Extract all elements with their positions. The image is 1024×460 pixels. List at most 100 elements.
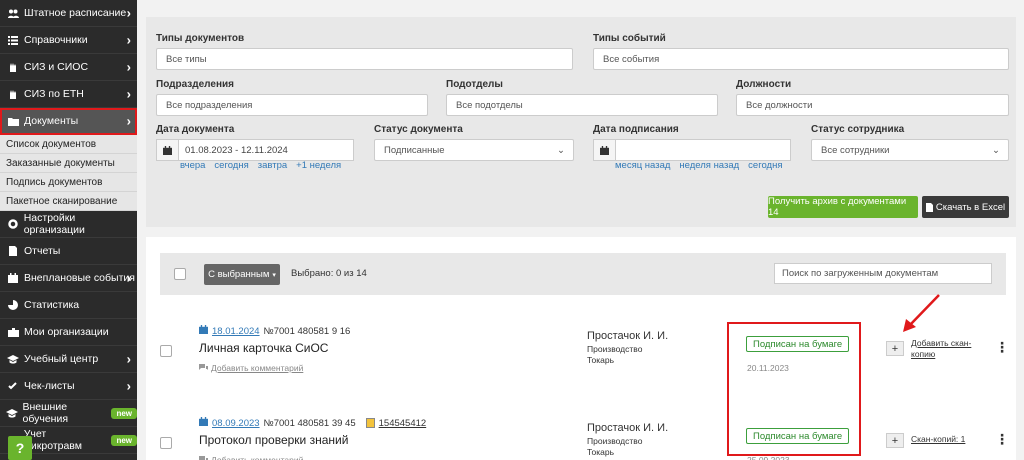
doc-title[interactable]: Протокол проверки знаний (199, 433, 348, 447)
sidebar-item[interactable]: Справочники › (0, 27, 137, 54)
chevron-right-icon: › (126, 351, 131, 367)
with-selected-button[interactable]: С выбранным ▾ (204, 264, 280, 285)
subdivisions-label: Подотделы (446, 79, 503, 90)
chevron-down-icon: ⌄ (992, 144, 1000, 156)
sidebar: Штатное расписание › Справочники › СИЗ и СИО… (0, 0, 137, 460)
scan-copy-label: копию (911, 349, 936, 359)
divisions-select[interactable]: Все подразделения (156, 94, 428, 116)
sidebar-item-label: Справочники (24, 34, 88, 46)
sign-date-input[interactable] (615, 139, 791, 161)
get-archive-button[interactable]: Получить архив с документами 14 (768, 196, 918, 218)
sidebar-item[interactable]: СИЗ и СИОС › (0, 54, 137, 81)
caret-down-icon: ▾ (272, 271, 276, 279)
with-selected-label: С выбранным (208, 269, 270, 280)
filters-panel: Типы документов Все типы Типы событий Вс… (146, 17, 1016, 227)
doc-types-select[interactable]: Все типы (156, 48, 573, 70)
person-department: Производство (587, 344, 643, 354)
add-comment-label: Добавить комментарий (211, 363, 304, 373)
documents-search-input[interactable]: Поиск по загруженным документам (774, 263, 992, 284)
subdivisions-select[interactable]: Все подотделы (446, 94, 718, 116)
checklist-icon (6, 381, 20, 391)
doc-date-link[interactable]: 18.01.2024 (212, 326, 260, 337)
sidebar-item-label: СИЗ и СИОС (24, 61, 89, 73)
person-info: Простачок И. И. Производство Токарь (587, 331, 668, 366)
gloves-icon (6, 89, 20, 99)
submenu-item[interactable]: Список документов (0, 135, 137, 154)
chevron-right-icon: › (126, 270, 131, 286)
row-checkbox[interactable] (160, 345, 172, 357)
sidebar-item[interactable]: Чек-листы › (0, 373, 137, 400)
scan-copy-link[interactable]: Добавить скан-копию (911, 338, 971, 360)
download-excel-button[interactable]: Скачать в Excel (922, 196, 1009, 218)
sidebar-item[interactable]: Внеплановые события › (0, 265, 137, 292)
doc-date-input[interactable]: 01.08.2023 - 12.11.2024 (178, 139, 354, 161)
documents-toolbar: С выбранным ▾ Выбрано: 0 из 14 Поиск по … (160, 253, 1006, 295)
sidebar-item[interactable]: Внешние обучения new (0, 400, 137, 427)
sidebar-item[interactable]: Штатное расписание › (0, 0, 137, 27)
sidebar-item-label: Внеплановые события (24, 272, 135, 284)
doc-date-link[interactable]: 08.09.2023 (212, 418, 260, 429)
comment-icon (199, 363, 208, 373)
date-quick-link[interactable]: завтра (258, 160, 287, 171)
sidebar-item-label: Мои организации (24, 326, 109, 338)
person-name: Простачок И. И. (587, 422, 669, 434)
date-quick-link[interactable]: +1 неделя (296, 160, 341, 171)
document-icon (6, 246, 20, 256)
calendar-icon[interactable] (156, 139, 178, 161)
folder-icon (6, 117, 20, 126)
row-checkbox[interactable] (160, 437, 172, 449)
date-quick-link[interactable]: вчера (180, 160, 205, 171)
doc-number: №7001 480581 39 45 (263, 417, 356, 429)
submenu-item[interactable]: Подпись документов (0, 173, 137, 192)
sign-date-picker[interactable] (593, 139, 791, 161)
sidebar-item[interactable]: Учебный центр › (0, 346, 137, 373)
submenu-item[interactable]: Пакетное сканирование (0, 192, 137, 211)
calendar-icon (6, 273, 20, 283)
doc-date-quick-links: вчера сегодня завтра +1 неделя (180, 160, 341, 171)
select-all-checkbox[interactable] (174, 268, 186, 280)
more-options-icon[interactable]: ⋮ (995, 339, 1009, 356)
documents-panel: С выбранным ▾ Выбрано: 0 из 14 Поиск по … (146, 237, 1016, 460)
add-scan-button[interactable]: + (886, 433, 904, 448)
graduation-cap-icon (6, 408, 19, 418)
chevron-right-icon: › (126, 378, 131, 394)
help-button[interactable]: ? (8, 436, 32, 460)
sidebar-item-label: Чек-листы (24, 380, 75, 392)
briefcase-icon (6, 327, 20, 337)
sidebar-item[interactable]: Отчеты (0, 238, 137, 265)
add-scan-button[interactable]: + (886, 341, 904, 356)
sidebar-item[interactable]: Документы › (0, 108, 137, 135)
date-quick-link[interactable]: сегодня (748, 160, 782, 171)
positions-label: Должности (736, 79, 792, 90)
add-comment-link[interactable]: Добавить комментарий (199, 455, 303, 460)
selected-count: Выбрано: 0 из 14 (291, 268, 367, 279)
graduation-cap-icon (6, 354, 20, 364)
person-name: Простачок И. И. (587, 330, 669, 342)
sidebar-item[interactable]: Настройки организации (0, 211, 137, 238)
person-position: Токарь (587, 355, 615, 365)
date-quick-link[interactable]: месяц назад (615, 160, 670, 171)
sidebar-item[interactable]: СИЗ по ЕТН › (0, 81, 137, 108)
date-quick-link[interactable]: сегодня (214, 160, 248, 171)
new-badge: new (111, 434, 137, 446)
sign-date-quick-links: месяц назад неделя назад сегодня (615, 160, 782, 171)
chevron-right-icon: › (126, 5, 131, 21)
sidebar-item[interactable]: Статистика (0, 292, 137, 319)
calendar-icon (199, 325, 208, 337)
submenu-item[interactable]: Заказанные документы (0, 154, 137, 173)
sidebar-item[interactable]: Мои организации (0, 319, 137, 346)
person-info: Простачок И. И. Производство Токарь (587, 423, 668, 458)
event-types-select[interactable]: Все события (593, 48, 1009, 70)
doc-date-picker[interactable]: 01.08.2023 - 12.11.2024 (156, 139, 354, 161)
calendar-icon[interactable] (593, 139, 615, 161)
date-quick-link[interactable]: неделя назад (679, 160, 739, 171)
more-options-icon[interactable]: ⋮ (995, 431, 1009, 448)
add-comment-label: Добавить комментарий (211, 455, 304, 460)
add-comment-link[interactable]: Добавить комментарий (199, 363, 303, 373)
doc-title[interactable]: Личная карточка СиОС (199, 341, 328, 355)
doc-extra-link[interactable]: 154545412 (379, 418, 427, 429)
doc-status-select[interactable]: Подписанные ⌄ (374, 139, 574, 161)
employee-status-select[interactable]: Все сотрудники ⌄ (811, 139, 1009, 161)
scan-copy-link[interactable]: Скан-копий: 1 (911, 434, 965, 445)
positions-select[interactable]: Все должности (736, 94, 1009, 116)
